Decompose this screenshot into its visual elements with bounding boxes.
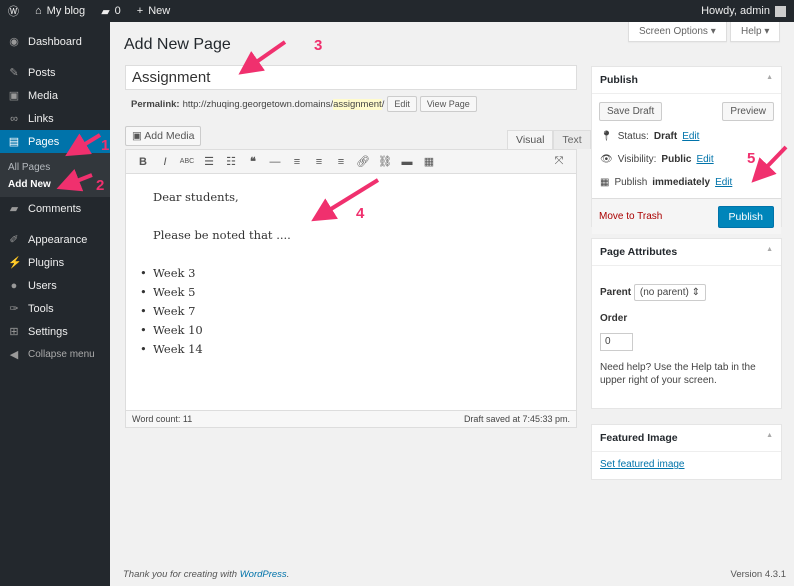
annotation-arrow-2: [56, 168, 93, 192]
annotation-label-5: 5: [747, 150, 755, 167]
annotation-label-2: 2: [96, 177, 104, 194]
annotation-label-3: 3: [314, 37, 322, 54]
annotation-label-4: 4: [356, 205, 365, 222]
annotation-arrow-5: [751, 145, 788, 183]
annotation-label-1: 1: [101, 137, 109, 154]
annotation-arrow-4: [311, 178, 380, 222]
annotation-arrow-1: [65, 133, 102, 157]
annotation-overlay: 1 2 3 4 5: [56, 37, 788, 222]
annotation-arrow-3: [238, 40, 287, 75]
